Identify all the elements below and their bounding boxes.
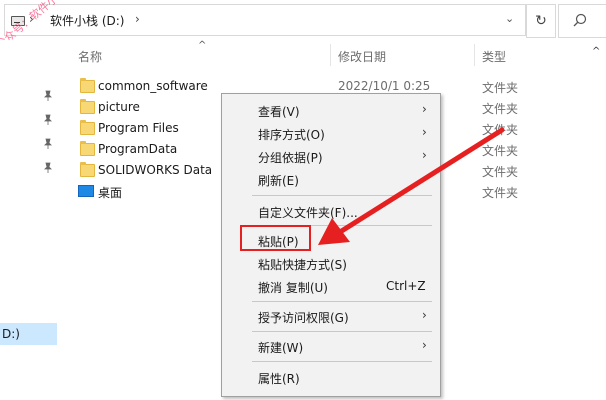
file-explorer-window: › 软件小栈 (D:) › ⌄ ↻ 公众号：软件小栈 D:) ^ 名称 修改日期…: [0, 0, 606, 400]
arrow-annotation: [318, 127, 505, 245]
